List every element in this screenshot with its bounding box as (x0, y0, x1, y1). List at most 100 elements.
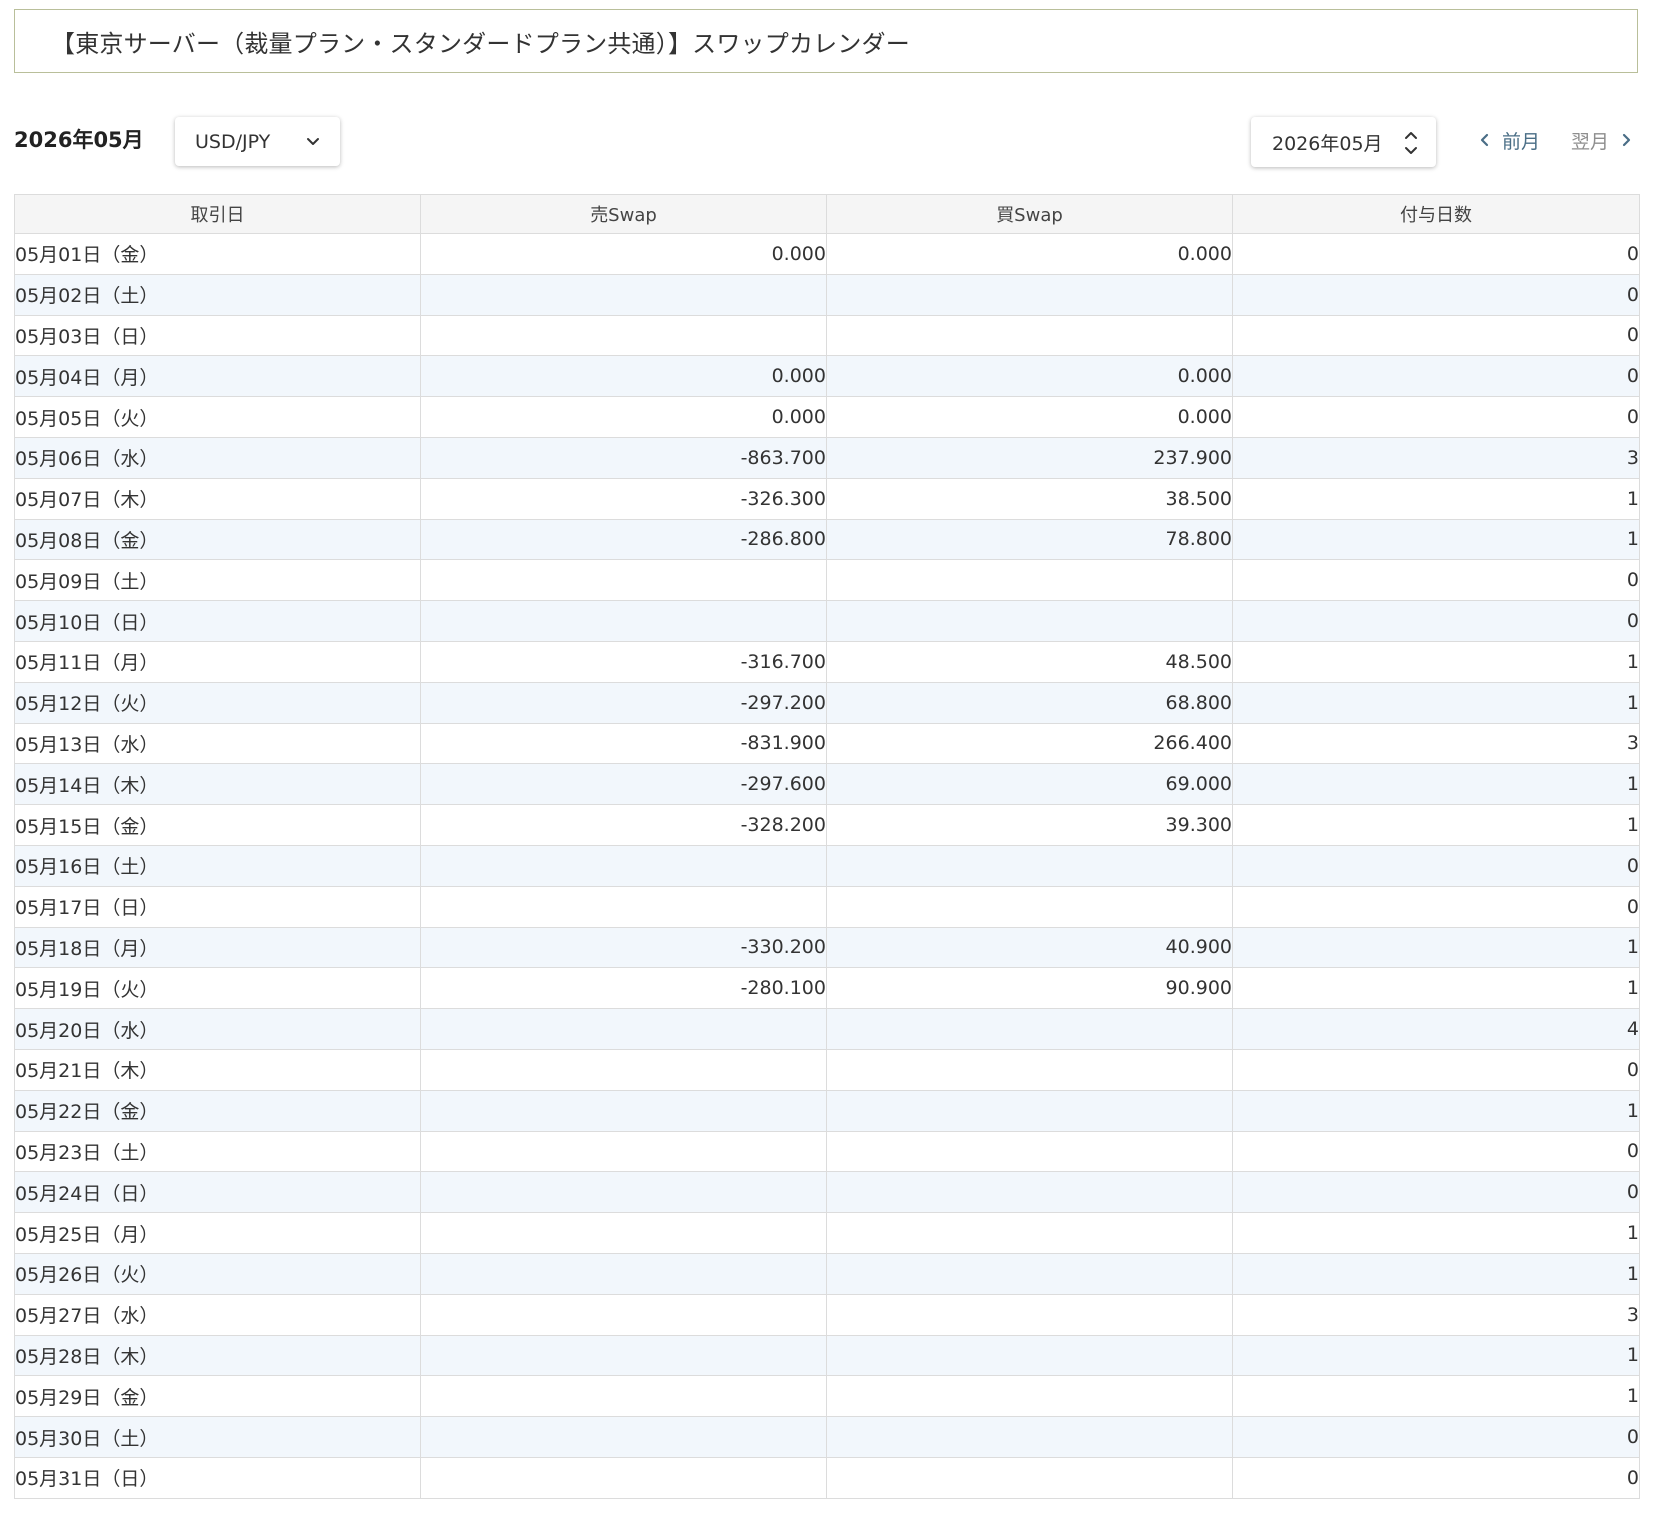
days-cell: 1 (1232, 763, 1640, 806)
sell-swap-cell (420, 600, 827, 642)
sell-swap-cell: -831.900 (420, 722, 827, 765)
trade-date-cell: 05月01日（金） (14, 233, 421, 275)
buy-swap-cell: 68.800 (826, 681, 1233, 724)
header-sell-swap: 売Swap (420, 194, 827, 234)
table-row: 05月08日（金） -286.800 78.800 1 (14, 518, 1640, 561)
buy-swap-cell: 0.000 (826, 233, 1233, 275)
table-row: 05月14日（木） -297.600 69.000 1 (14, 763, 1640, 806)
buy-swap-cell (826, 885, 1233, 928)
sell-swap-cell (420, 1293, 827, 1336)
days-cell: 1 (1232, 967, 1640, 1010)
table-row: 05月22日（金） 1 (14, 1089, 1640, 1132)
trade-date-cell: 05月21日（木） (14, 1048, 421, 1091)
table-row: 05月28日（木） 1 (14, 1334, 1640, 1377)
buy-swap-cell: 0.000 (826, 396, 1233, 438)
days-cell: 1 (1232, 1212, 1640, 1254)
sell-swap-cell (420, 1375, 827, 1418)
trade-date-cell: 05月27日（水） (14, 1293, 421, 1336)
table-row: 05月09日（土） 0 (14, 559, 1640, 602)
trade-date-cell: 05月29日（金） (14, 1375, 421, 1418)
currency-pair-select[interactable]: USD/JPY (175, 117, 340, 166)
table-row: 05月23日（土） 0 (14, 1130, 1640, 1173)
buy-swap-cell (826, 1456, 1233, 1499)
table-row: 05月16日（土） 0 (14, 844, 1640, 887)
days-cell: 1 (1232, 681, 1640, 724)
trade-date-cell: 05月02日（土） (14, 273, 421, 316)
table-row: 05月15日（金） -328.200 39.300 1 (14, 804, 1640, 846)
buy-swap-cell (826, 273, 1233, 316)
prev-month-link[interactable]: 前月 (1480, 122, 1540, 158)
sell-swap-cell (420, 273, 827, 316)
sell-swap-cell (420, 1416, 827, 1458)
month-select[interactable]: 2026年05月 (1251, 117, 1436, 167)
table-row: 05月31日（日） 0 (14, 1456, 1640, 1499)
sell-swap-cell: -286.800 (420, 518, 827, 561)
sell-swap-cell: -297.200 (420, 681, 827, 724)
current-month-label: 2026年05月 (14, 128, 144, 152)
updown-icon (1405, 132, 1417, 154)
days-cell: 0 (1232, 600, 1640, 642)
days-cell: 0 (1232, 1048, 1640, 1091)
sell-swap-cell (420, 314, 827, 357)
trade-date-cell: 05月20日（水） (14, 1008, 421, 1050)
header-days: 付与日数 (1232, 194, 1640, 234)
days-cell: 0 (1232, 273, 1640, 316)
buy-swap-cell (826, 1089, 1233, 1132)
days-cell: 0 (1232, 559, 1640, 602)
trade-date-cell: 05月05日（火） (14, 396, 421, 438)
trade-date-cell: 05月07日（木） (14, 477, 421, 520)
table-row: 05月12日（火） -297.200 68.800 1 (14, 681, 1640, 724)
sell-swap-cell (420, 1048, 827, 1091)
buy-swap-cell (826, 559, 1233, 602)
chevron-down-icon (307, 138, 319, 145)
sell-swap-cell (420, 1171, 827, 1214)
sell-swap-cell (420, 1130, 827, 1173)
days-cell: 1 (1232, 1334, 1640, 1377)
trade-date-cell: 05月12日（火） (14, 681, 421, 724)
trade-date-cell: 05月11日（月） (14, 640, 421, 683)
header-buy-swap: 買Swap (826, 194, 1233, 234)
table-row: 05月19日（火） -280.100 90.900 1 (14, 967, 1640, 1010)
table-row: 05月26日（火） 1 (14, 1252, 1640, 1295)
days-cell: 1 (1232, 518, 1640, 561)
prev-month-label: 前月 (1502, 130, 1541, 153)
trade-date-cell: 05月26日（火） (14, 1252, 421, 1295)
sell-swap-cell (420, 885, 827, 928)
buy-swap-cell: 69.000 (826, 763, 1233, 806)
next-month-link[interactable]: 翌月 (1571, 122, 1631, 158)
trade-date-cell: 05月24日（日） (14, 1171, 421, 1214)
trade-date-cell: 05月25日（月） (14, 1212, 421, 1254)
table-row: 05月05日（火） 0.000 0.000 0 (14, 396, 1640, 438)
table-row: 05月25日（月） 1 (14, 1212, 1640, 1254)
buy-swap-cell (826, 600, 1233, 642)
days-cell: 1 (1232, 1252, 1640, 1295)
table-row: 05月11日（月） -316.700 48.500 1 (14, 640, 1640, 683)
trade-date-cell: 05月04日（月） (14, 355, 421, 398)
buy-swap-cell: 90.900 (826, 967, 1233, 1010)
sell-swap-cell: -297.600 (420, 763, 827, 806)
next-month-label: 翌月 (1571, 130, 1610, 153)
sell-swap-cell: 0.000 (420, 233, 827, 275)
buy-swap-cell (826, 1252, 1233, 1295)
sell-swap-cell (420, 1089, 827, 1132)
days-cell: 0 (1232, 314, 1640, 357)
days-cell: 1 (1232, 477, 1640, 520)
trade-date-cell: 05月19日（火） (14, 967, 421, 1010)
days-cell: 0 (1232, 844, 1640, 887)
buy-swap-cell (826, 314, 1233, 357)
days-cell: 1 (1232, 1089, 1640, 1132)
trade-date-cell: 05月13日（水） (14, 722, 421, 765)
table-row: 05月21日（木） 0 (14, 1048, 1640, 1091)
table-row: 05月10日（日） 0 (14, 600, 1640, 642)
table-row: 05月04日（月） 0.000 0.000 0 (14, 355, 1640, 398)
buy-swap-cell (826, 1416, 1233, 1458)
buy-swap-cell (826, 1334, 1233, 1377)
days-cell: 0 (1232, 1171, 1640, 1214)
trade-date-cell: 05月18日（月） (14, 926, 421, 969)
sell-swap-cell: -328.200 (420, 804, 827, 846)
days-cell: 0 (1232, 233, 1640, 275)
table-row: 05月27日（水） 3 (14, 1293, 1640, 1336)
chevron-left-icon (1480, 133, 1489, 147)
days-cell: 0 (1232, 1456, 1640, 1499)
days-cell: 4 (1232, 1008, 1640, 1050)
